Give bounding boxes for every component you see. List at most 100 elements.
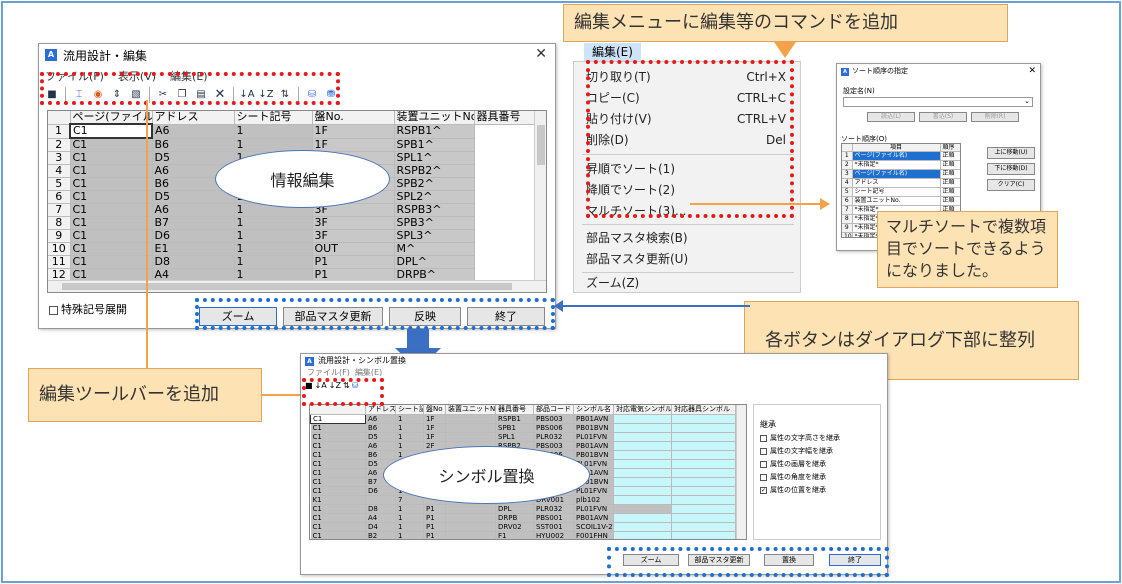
checkbox-box[interactable] xyxy=(760,473,767,481)
table-cell[interactable]: K1 xyxy=(310,495,366,505)
table-cell[interactable]: B7 xyxy=(152,216,235,230)
column-header[interactable]: 部品コード xyxy=(533,405,574,415)
column-header[interactable]: アドレス xyxy=(365,405,396,415)
sort-row[interactable]: 6 装置ユニットNo. 正順 xyxy=(842,196,960,206)
table-cell[interactable]: D6 xyxy=(365,486,396,496)
table-cell[interactable]: DPL^ xyxy=(394,255,475,269)
table-cell[interactable]: PBS006 xyxy=(533,423,574,433)
table-cell[interactable] xyxy=(613,495,672,505)
table-cell[interactable]: PB01AVN xyxy=(573,513,614,523)
sort-item-select[interactable]: シート記号 xyxy=(852,187,941,197)
table-row[interactable]: C1 A4 1 P1 DRPB PBS001 PB01AVN xyxy=(310,513,736,523)
table-cell[interactable]: SPB1^ xyxy=(394,138,475,152)
sort-row[interactable]: 3 ページ(ファイル名) 正順 xyxy=(842,169,960,179)
checkbox-box[interactable] xyxy=(760,460,767,468)
table-cell[interactable]: C1 xyxy=(70,164,153,178)
table-cell[interactable] xyxy=(613,486,672,496)
close-icon[interactable]: ✕ xyxy=(1028,64,1036,78)
sort-row[interactable]: 2 *未指定* 正順 xyxy=(842,160,960,170)
table-cell[interactable] xyxy=(671,459,736,469)
table-cell[interactable] xyxy=(445,513,496,523)
table-cell[interactable]: PBS001 xyxy=(533,513,574,523)
table-cell[interactable]: 1F xyxy=(423,414,446,424)
sort-order-select[interactable]: 正順 xyxy=(940,187,960,197)
table-cell[interactable]: D8 xyxy=(365,504,396,514)
sort-item-select[interactable]: 装置ユニットNo. xyxy=(852,196,941,206)
sort-item-select[interactable]: ページ(ファイル名) xyxy=(852,151,941,161)
table-cell[interactable]: A4 xyxy=(365,513,396,523)
table-cell[interactable] xyxy=(671,522,736,532)
table-cell[interactable]: D5 xyxy=(152,151,235,165)
table-cell[interactable]: A6 xyxy=(365,441,396,451)
table-cell[interactable]: P1 xyxy=(312,255,395,269)
checkbox-box[interactable]: ✓ xyxy=(760,486,767,494)
column-header[interactable]: 対応器具シンボル xyxy=(671,405,736,415)
column-header[interactable]: 装置ユニットNo. xyxy=(394,111,475,125)
table-cell[interactable]: D6 xyxy=(152,229,235,243)
menu-edit[interactable]: 編集(E) xyxy=(355,368,382,377)
table-row[interactable]: C1 D4 1 P1 DRV02 SST001 SCOIL1V-2 xyxy=(310,522,736,532)
table-cell[interactable]: 1 xyxy=(395,522,424,532)
table-row[interactable]: 10 C1 E1 1 OUT M^ xyxy=(48,242,536,256)
table-cell[interactable]: F001FHN xyxy=(573,531,614,539)
table-cell[interactable]: C1 xyxy=(310,423,366,433)
table-cell[interactable]: DRPB xyxy=(495,513,534,523)
table-cell[interactable] xyxy=(671,441,736,451)
table-cell[interactable]: PB01AVN xyxy=(573,414,614,424)
table-cell[interactable] xyxy=(613,414,672,424)
sort-row[interactable]: 1 ページ(ファイル名) 正順 xyxy=(842,151,960,161)
table-cell[interactable]: D8 xyxy=(152,255,235,269)
setting-name-select[interactable]: ⌄ xyxy=(843,97,1033,107)
menu-file[interactable]: ファイル(F) xyxy=(307,368,350,377)
table-cell[interactable]: P1 xyxy=(423,531,446,539)
table-cell[interactable]: C1 xyxy=(70,138,153,152)
table-cell[interactable]: 1 xyxy=(234,229,313,243)
column-header[interactable]: シート記号 xyxy=(234,111,313,125)
table-cell[interactable]: SST001 xyxy=(533,522,574,532)
column-header[interactable]: 器具番号 xyxy=(495,405,534,415)
column-header[interactable]: アドレス xyxy=(152,111,235,125)
table-cell[interactable]: 1F xyxy=(423,432,446,442)
table-cell[interactable]: D4 xyxy=(365,522,396,532)
table-cell[interactable] xyxy=(445,432,496,442)
table-row[interactable]: 1 C1 A6 1 1F RSPB1^ xyxy=(48,123,536,139)
table-cell[interactable]: C1 xyxy=(310,459,366,469)
menu-item-parts-update[interactable]: 部品マスタ更新(U) xyxy=(586,250,786,268)
table-cell[interactable]: SPL2^ xyxy=(394,190,475,204)
table-cell[interactable]: RSPB1 xyxy=(495,414,534,424)
table-cell[interactable]: 1 xyxy=(395,441,424,451)
table-cell[interactable]: C1 xyxy=(70,216,153,230)
table-cell[interactable]: C1 xyxy=(70,255,153,269)
table-cell[interactable]: RSPB1^ xyxy=(394,124,475,139)
table-cell[interactable]: 1 xyxy=(234,124,313,139)
table-cell[interactable]: SPB2^ xyxy=(394,177,475,191)
table-cell[interactable]: C1 xyxy=(310,531,366,539)
table-cell[interactable] xyxy=(671,531,736,539)
table-cell[interactable]: 1 xyxy=(395,414,424,424)
table-cell[interactable] xyxy=(671,450,736,460)
table-cell[interactable]: B6 xyxy=(365,423,396,433)
column-header[interactable]: シート記号 xyxy=(395,405,424,415)
move-up-button[interactable]: 上に移動(U) xyxy=(987,147,1035,159)
table-cell[interactable]: C1 xyxy=(310,504,366,514)
table-row[interactable]: 9 C1 D6 1 3F SPL3^ xyxy=(48,229,536,243)
table-cell[interactable] xyxy=(671,468,736,478)
table-row[interactable]: C1 B2 1 P1 F1 HYU002 F001FHN xyxy=(310,531,736,539)
column-header[interactable]: 装置ユニットNo xyxy=(445,405,496,415)
menu-item-parts-search[interactable]: 部品マスタ検索(B) xyxy=(586,229,786,247)
table-cell[interactable]: SPL1^ xyxy=(394,151,475,165)
table-cell[interactable] xyxy=(445,522,496,532)
table-cell[interactable]: 1 xyxy=(395,504,424,514)
table-cell[interactable] xyxy=(613,513,672,523)
sort-order-select[interactable]: 正順 xyxy=(940,151,960,161)
edit-menu-header[interactable]: 編集(E) xyxy=(584,43,641,61)
table-cell[interactable]: C1 xyxy=(70,190,153,204)
column-header[interactable]: 対応電気シンボル xyxy=(613,405,672,415)
table-cell[interactable]: PL01FVN xyxy=(573,504,614,514)
column-header[interactable]: シンボル名 xyxy=(573,405,614,415)
inherit-checkbox[interactable]: 属性の画層を継承 xyxy=(760,459,840,472)
table-cell[interactable] xyxy=(613,504,672,514)
table-cell[interactable]: 1 xyxy=(234,216,313,230)
table-cell[interactable]: SPB1 xyxy=(495,423,534,433)
close-icon[interactable]: ✕ xyxy=(535,46,547,62)
